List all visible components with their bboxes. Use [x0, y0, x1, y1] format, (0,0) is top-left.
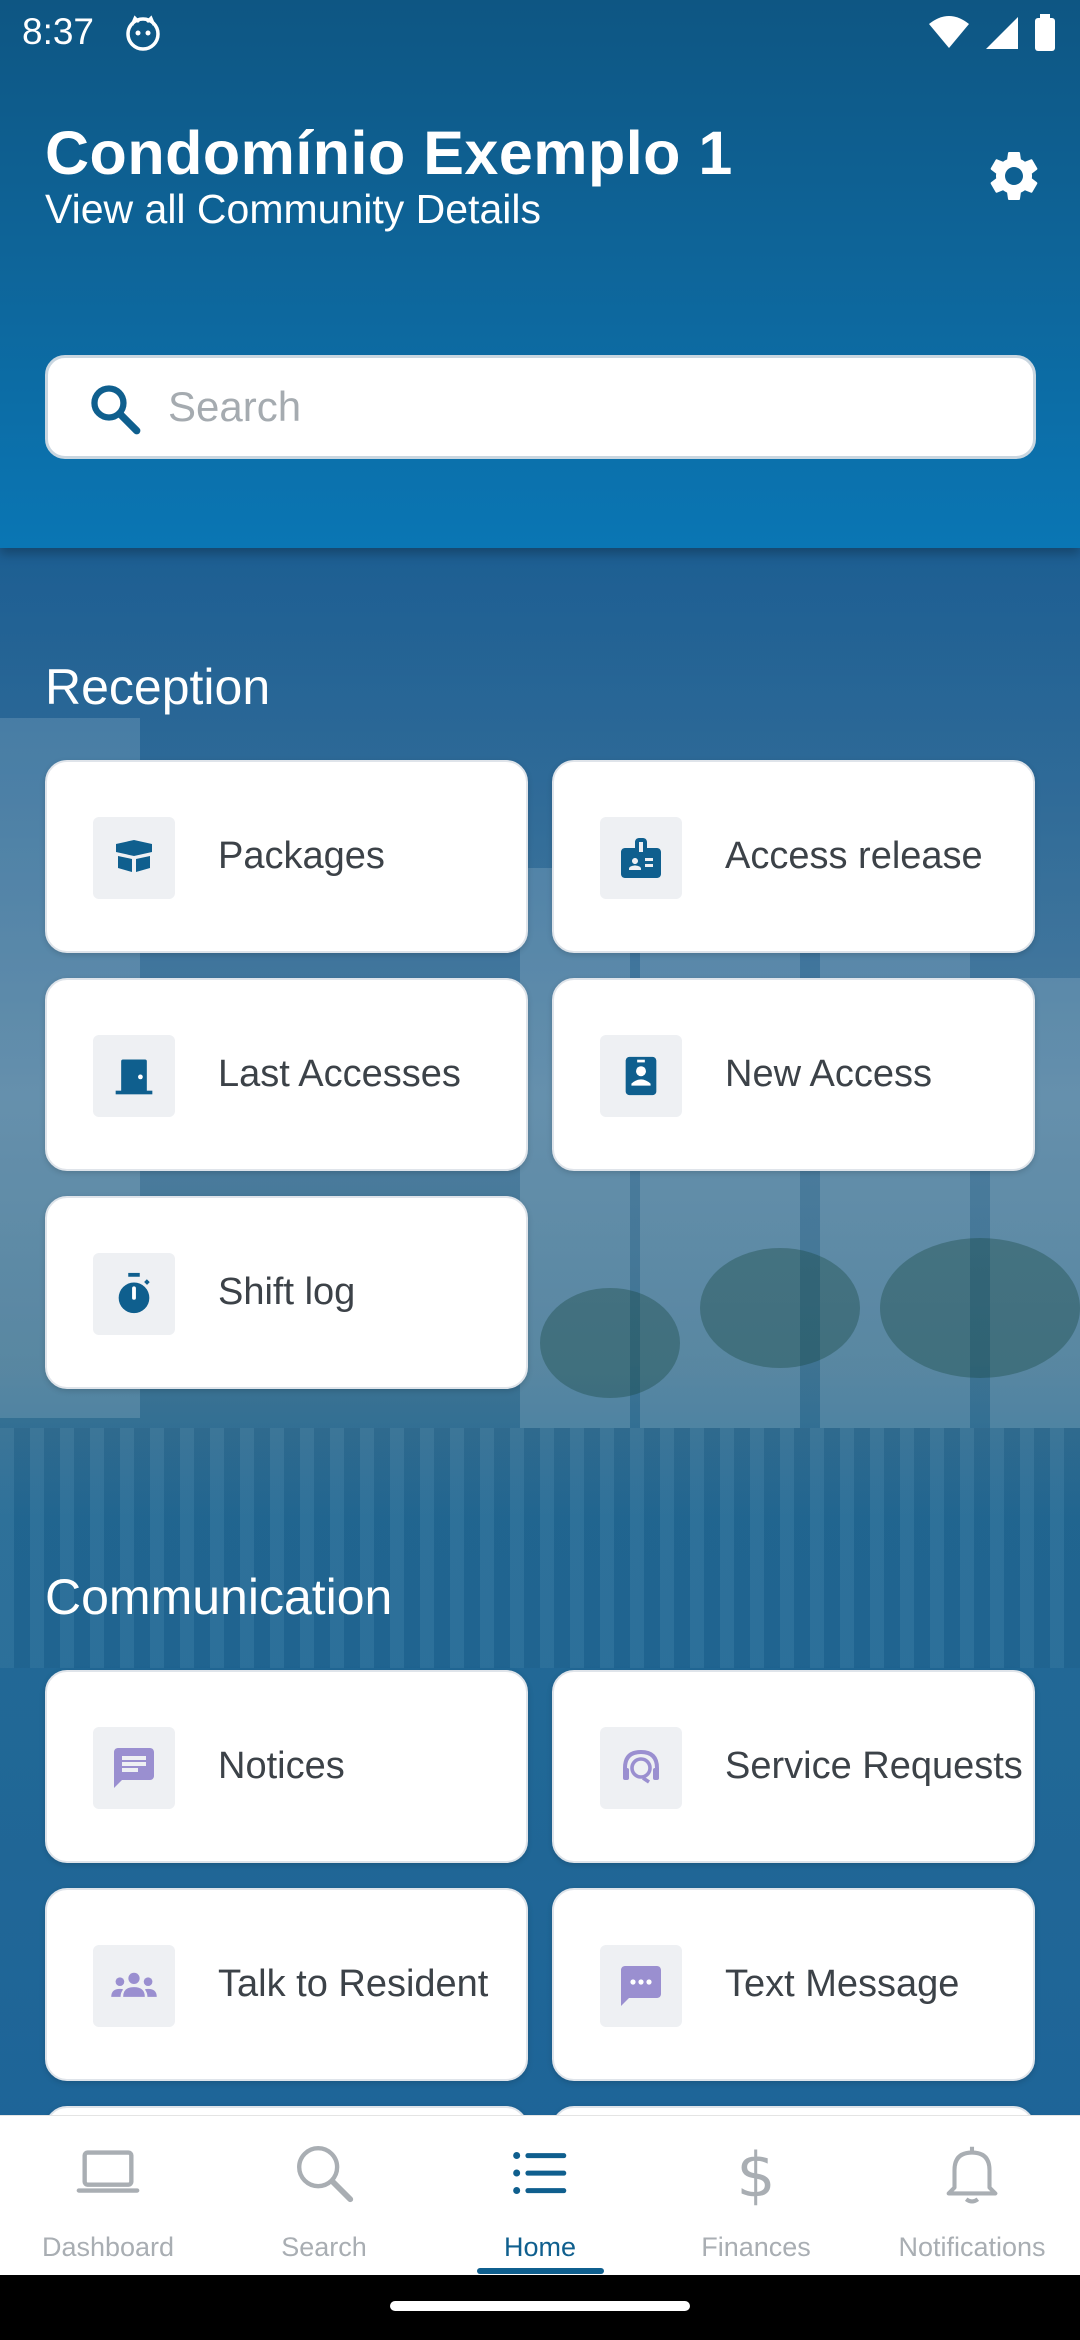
notice-message-icon [114, 1748, 154, 1788]
status-time: 8:37 [22, 11, 95, 52]
home-gesture-bar[interactable] [390, 2301, 690, 2311]
door-icon [115, 1059, 153, 1095]
group-icon [111, 1972, 157, 1997]
system-gesture-area [0, 2275, 1080, 2340]
id-badge-icon [621, 838, 661, 878]
package-box-icon [116, 840, 152, 872]
active-tab-indicator [477, 2268, 604, 2274]
card-label: Packages [218, 835, 385, 877]
status-icons [928, 14, 1056, 52]
card-label: Talk to Resident [218, 1963, 489, 2005]
card-label: Shift log [218, 1271, 356, 1313]
card-partial[interactable] [45, 2106, 528, 2115]
card-label: Last Accesses [218, 1053, 461, 1095]
card-talk-to-resident[interactable]: Talk to Resident [45, 1888, 528, 2081]
wifi-icon [929, 16, 969, 48]
section-title-reception: Reception [45, 659, 271, 715]
contact-card-icon [625, 1056, 657, 1096]
community-title: Condomínio Exemplo 1 [45, 119, 733, 187]
card-notices[interactable]: Notices [45, 1670, 528, 1863]
nav-label: Home [503, 2232, 577, 2262]
list-icon [513, 2152, 567, 2194]
nav-home[interactable]: Home [432, 2116, 648, 2276]
battery-icon [1035, 14, 1055, 51]
section-title-communication: Communication [45, 1569, 393, 1625]
nav-label: Dashboard [41, 2232, 175, 2262]
dollar-icon: $ [737, 2140, 776, 2208]
app-header: 8:37 Condomínio Exemplo 1 View all Commu… [0, 0, 1080, 548]
search-input[interactable] [168, 358, 1008, 456]
stopwatch-icon [118, 1272, 150, 1314]
home-content[interactable]: Reception Packages Access release Last A… [0, 548, 1080, 2115]
card-new-access[interactable]: New Access [552, 978, 1035, 1171]
card-shift-log[interactable]: Shift log [45, 1196, 528, 1389]
card-partial[interactable] [552, 2106, 1035, 2115]
magnifier-icon [297, 2146, 354, 2203]
nav-dashboard[interactable]: Dashboard [0, 2116, 216, 2276]
support-agent-icon [623, 1749, 659, 1784]
card-text-message[interactable]: Text Message [552, 1888, 1035, 2081]
nav-notifications[interactable]: Notifications [864, 2116, 1080, 2276]
search-icon [91, 385, 141, 435]
svg-text:$: $ [737, 2140, 776, 2208]
laptop-icon [76, 2150, 140, 2193]
cat-notification-icon [126, 15, 160, 51]
card-label: Service Requests [725, 1745, 1023, 1787]
nav-label: Search [281, 2232, 367, 2262]
chat-dots-icon [621, 1966, 661, 2006]
bell-icon [946, 2146, 998, 2204]
card-last-accesses[interactable]: Last Accesses [45, 978, 528, 1171]
card-packages[interactable]: Packages [45, 760, 528, 953]
gear-icon[interactable] [984, 146, 1044, 206]
card-access-release[interactable]: Access release [552, 760, 1035, 953]
nav-label: Notifications [898, 2232, 1046, 2262]
card-label: Access release [725, 835, 983, 877]
card-label: Notices [218, 1745, 345, 1787]
signal-icon [986, 17, 1018, 49]
search-box[interactable] [45, 355, 1036, 459]
nav-label: Finances [701, 2232, 811, 2262]
nav-search[interactable]: Search [216, 2116, 432, 2276]
status-bar: 8:37 [0, 0, 1080, 66]
card-label: New Access [725, 1053, 932, 1095]
card-service-requests[interactable]: Service Requests [552, 1670, 1035, 1863]
nav-finances[interactable]: $ Finances [648, 2116, 864, 2276]
card-label: Text Message [725, 1963, 960, 2005]
bottom-navigation: Dashboard Search Home $ Finances Notific… [0, 2115, 1080, 2275]
community-subtitle[interactable]: View all Community Details [45, 186, 541, 233]
